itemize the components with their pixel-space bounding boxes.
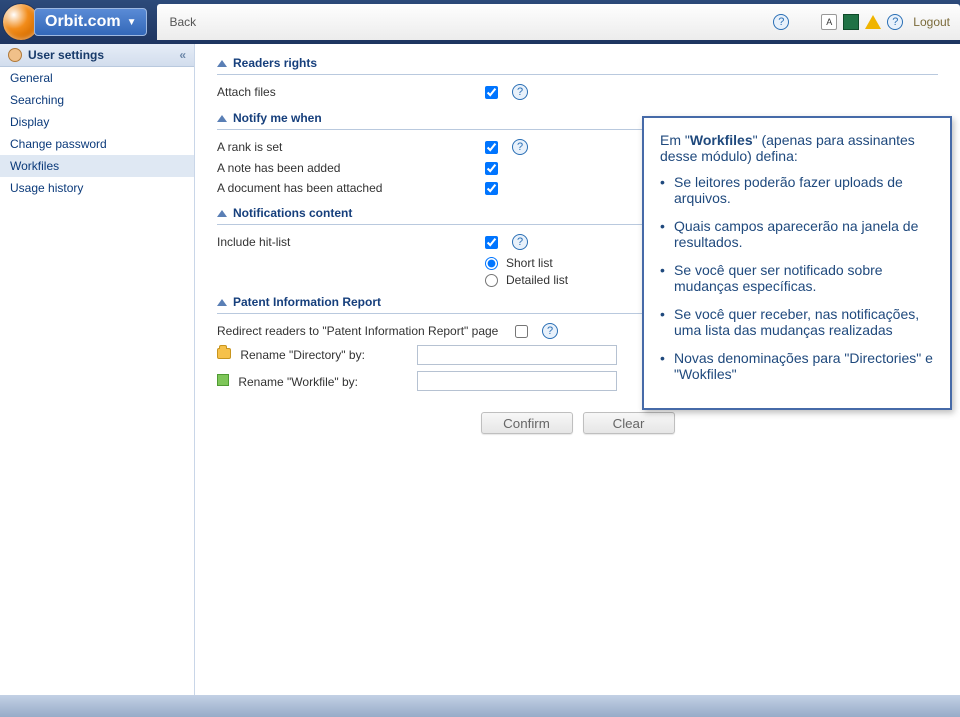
rank-help-icon[interactable]: ? bbox=[512, 139, 528, 155]
include-hitlist-help-icon[interactable]: ? bbox=[512, 234, 528, 250]
back-link[interactable]: Back bbox=[169, 15, 196, 29]
rename-directory-input[interactable] bbox=[417, 345, 617, 365]
clear-button[interactable]: Clear bbox=[583, 412, 675, 434]
collapse-triangle-icon bbox=[217, 210, 227, 217]
sidebar-item-searching[interactable]: Searching bbox=[0, 89, 194, 111]
workfile-icon bbox=[217, 374, 229, 386]
include-hitlist-label: Include hit-list bbox=[217, 235, 477, 249]
callout-bullet: Se leitores poderão fazer uploads de arq… bbox=[660, 174, 934, 206]
sidebar-item-display[interactable]: Display bbox=[0, 111, 194, 133]
brand-logo[interactable]: Orbit.com ▼ bbox=[0, 0, 147, 44]
button-bar: Confirm Clear bbox=[195, 412, 960, 434]
sidebar-header: User settings « bbox=[0, 44, 194, 67]
attach-files-label: Attach files bbox=[217, 85, 477, 99]
top-bar: Orbit.com ▼ Back ? A ? Logout bbox=[0, 0, 960, 44]
user-icon bbox=[8, 48, 22, 62]
doc-attached-checkbox[interactable] bbox=[485, 182, 498, 195]
detailed-list-label: Detailed list bbox=[506, 273, 568, 287]
redirect-readers-checkbox[interactable] bbox=[515, 325, 528, 338]
detailed-list-radio[interactable] bbox=[485, 274, 498, 287]
annotation-callout: Em "Workfiles" (apenas para assinantes d… bbox=[642, 116, 952, 410]
sidebar: User settings « General Searching Displa… bbox=[0, 44, 195, 695]
doc-attached-label: A document has been attached bbox=[217, 181, 477, 195]
brand-text: Orbit.com bbox=[45, 13, 121, 31]
sidebar-list: General Searching Display Change passwor… bbox=[0, 67, 194, 199]
short-list-label: Short list bbox=[506, 256, 553, 270]
note-added-checkbox[interactable] bbox=[485, 162, 498, 175]
brand-dropdown-icon[interactable]: ▼ bbox=[127, 17, 137, 28]
callout-bullet: Se você quer receber, nas notificações, … bbox=[660, 306, 934, 338]
help-icon-2[interactable]: ? bbox=[887, 14, 903, 30]
attach-files-help-icon[interactable]: ? bbox=[512, 84, 528, 100]
rank-set-checkbox[interactable] bbox=[485, 141, 498, 154]
logout-link[interactable]: Logout bbox=[913, 15, 950, 29]
footer-bar bbox=[0, 695, 960, 717]
rename-directory-label: Rename "Directory" by: bbox=[240, 348, 365, 362]
sidebar-item-usage-history[interactable]: Usage history bbox=[0, 177, 194, 199]
short-list-radio[interactable] bbox=[485, 257, 498, 270]
help-icon[interactable]: ? bbox=[773, 14, 789, 30]
callout-bullet: Novas denominações para "Directories" e … bbox=[660, 350, 934, 382]
section-readers-rights: Readers rights Attach files ? bbox=[217, 54, 938, 103]
sidebar-item-workfiles[interactable]: Workfiles bbox=[0, 155, 194, 177]
include-hitlist-checkbox[interactable] bbox=[485, 236, 498, 249]
main-panel: Readers rights Attach files ? Notify me … bbox=[195, 44, 960, 695]
folder-icon bbox=[217, 348, 231, 359]
collapse-triangle-icon bbox=[217, 299, 227, 306]
sidebar-item-change-password[interactable]: Change password bbox=[0, 133, 194, 155]
redirect-readers-label: Redirect readers to "Patent Information … bbox=[217, 324, 507, 338]
rename-workfile-input[interactable] bbox=[417, 371, 617, 391]
redirect-help-icon[interactable]: ? bbox=[542, 323, 558, 339]
menu-strip: Back ? A ? Logout bbox=[157, 4, 960, 40]
sidebar-collapse-icon[interactable]: « bbox=[179, 48, 186, 62]
confirm-button[interactable]: Confirm bbox=[481, 412, 573, 434]
rank-set-label: A rank is set bbox=[217, 140, 477, 154]
alert-icon[interactable] bbox=[865, 15, 881, 29]
font-size-icon[interactable]: A bbox=[821, 14, 837, 30]
callout-bullet: Quais campos aparecerão na janela de res… bbox=[660, 218, 934, 250]
rename-workfile-label: Rename "Workfile" by: bbox=[238, 375, 358, 389]
excel-export-icon[interactable] bbox=[843, 14, 859, 30]
sidebar-item-general[interactable]: General bbox=[0, 67, 194, 89]
attach-files-checkbox[interactable] bbox=[485, 86, 498, 99]
callout-bullet: Se você quer ser notificado sobre mudanç… bbox=[660, 262, 934, 294]
sidebar-title: User settings bbox=[28, 48, 104, 62]
collapse-triangle-icon bbox=[217, 115, 227, 122]
note-added-label: A note has been added bbox=[217, 161, 477, 175]
collapse-triangle-icon bbox=[217, 60, 227, 67]
section-header-readers-rights[interactable]: Readers rights bbox=[217, 54, 938, 75]
